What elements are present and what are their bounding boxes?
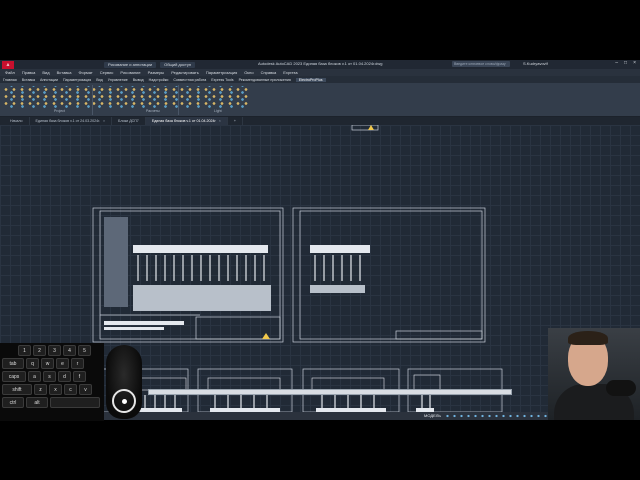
doc-tab-label: Начало [10, 119, 23, 123]
key-2: 2 [33, 345, 46, 356]
menu-window[interactable]: Окно [244, 70, 253, 75]
search-input[interactable]: Введите ключевое слово/фразу [452, 61, 510, 67]
close-icon[interactable]: × [633, 60, 636, 66]
tab-view[interactable]: Вид [96, 78, 103, 82]
command-line-input[interactable] [148, 389, 512, 395]
sheet-frame [299, 210, 483, 340]
share-button[interactable]: Общий доступ [160, 61, 196, 68]
tab-collaborate[interactable]: Совместная работа [173, 78, 206, 82]
key-caps: caps [2, 371, 26, 382]
key-e: e [56, 358, 69, 369]
warning-icon [368, 125, 374, 130]
key-1: 1 [18, 345, 31, 356]
panel-label-project: Project [54, 109, 65, 113]
menu-bar: Файл Правка Вид Вставка Формат Сервис Ри… [0, 69, 640, 76]
key-5: 5 [78, 345, 91, 356]
key-q: q [26, 358, 39, 369]
menu-express[interactable]: Express [283, 70, 297, 75]
menu-tools[interactable]: Сервис [100, 70, 114, 75]
menu-help[interactable]: Справка [261, 70, 277, 75]
key-tab: tab [2, 358, 24, 369]
doc-tab-file-2[interactable]: Блоки ДСП7 [112, 117, 146, 125]
doc-tab-file-1[interactable]: Единая база блоков v.1 от 24.03.2024г. × [30, 117, 113, 125]
mouse-overlay [106, 345, 142, 419]
panel-label-calculations: Расчеты [146, 109, 160, 113]
menu-view[interactable]: Вид [42, 70, 49, 75]
tab-featured-apps[interactable]: Рекомендованные приложения [239, 78, 291, 82]
key-space [50, 397, 100, 408]
key-3: 3 [48, 345, 61, 356]
doc-tab-start[interactable]: Начало [4, 117, 30, 125]
key-shift: shift [2, 384, 32, 395]
model-space-toggle[interactable]: МОДЕЛЬ [424, 413, 441, 418]
panel-divider [178, 85, 179, 115]
tab-addins[interactable]: Надстройки [149, 78, 169, 82]
keyboard-overlay: 1 2 3 4 5 tab q w e r caps a s d f shift… [0, 343, 104, 421]
user-account[interactable]: S.Kudryavovlf [523, 61, 548, 66]
new-tab-button[interactable]: + [228, 117, 243, 125]
quick-access-toolbar: Рисование и аннотации Общий доступ [104, 61, 196, 68]
key-s: s [43, 371, 56, 382]
tab-express-tools[interactable]: Express Tools [211, 78, 233, 82]
tab-home[interactable]: Главная [3, 78, 17, 82]
layout-marker [351, 125, 379, 131]
key-r: r [71, 358, 84, 369]
menu-file[interactable]: Файл [5, 70, 15, 75]
tab-insert[interactable]: Вставка [22, 78, 35, 82]
menu-format[interactable]: Формат [78, 70, 92, 75]
menu-modify[interactable]: Редактировать [171, 70, 199, 75]
schematic-blocks [104, 217, 434, 412]
key-f: f [73, 371, 86, 382]
tab-manage[interactable]: Управление [108, 78, 128, 82]
tab-output[interactable]: Вывод [133, 78, 144, 82]
key-alt: alt [26, 397, 48, 408]
title-bar: A CAD Рисование и аннотации Общий доступ… [0, 60, 640, 75]
document-tabs: Начало Единая база блоков v.1 от 24.03.2… [0, 117, 640, 125]
window-controls: – □ × [615, 60, 636, 66]
panel-divider [92, 85, 93, 115]
close-icon[interactable]: × [219, 119, 221, 123]
application-menu-button[interactable]: A CAD [2, 60, 14, 75]
ribbon-panel: Project Расчеты Light [0, 83, 640, 117]
key-z: z [34, 384, 47, 395]
window-title: Autodesk AutoCAD 2023 Единая база блоков… [258, 61, 383, 66]
menu-draw[interactable]: Рисование [120, 70, 140, 75]
key-a: a [28, 371, 41, 382]
maximize-icon[interactable]: □ [624, 60, 627, 66]
key-ctrl: ctrl [2, 397, 24, 408]
minimize-icon[interactable]: – [615, 60, 618, 66]
menu-parametric[interactable]: Параметризация [206, 70, 237, 75]
key-v: v [79, 384, 92, 395]
menu-insert[interactable]: Вставка [57, 70, 72, 75]
panel-label-light: Light [214, 109, 222, 113]
doc-tab-label: Единая база блоков v.1 от 24.03.2024г. [35, 119, 101, 123]
webcam-overlay [548, 328, 640, 420]
warning-icon [262, 333, 270, 339]
key-w: w [41, 358, 54, 369]
presenter-hair [568, 331, 608, 345]
menu-dimension[interactable]: Размеры [148, 70, 165, 75]
doc-tab-file-3[interactable]: Единая база блоков v.1 от 01.04.2024г × [145, 117, 228, 125]
doc-tab-label: Единая база блоков v.1 от 01.04.2024г [151, 119, 216, 123]
key-x: x [49, 384, 62, 395]
key-4: 4 [63, 345, 76, 356]
menu-edit[interactable]: Правка [22, 70, 36, 75]
headset-icon [606, 380, 636, 396]
workspace-dropdown[interactable]: Рисование и аннотации [104, 61, 157, 68]
drawing-sheet-2[interactable] [292, 207, 486, 343]
tab-electropro[interactable]: ElectroProPlus [295, 77, 326, 82]
close-icon[interactable]: × [103, 119, 105, 123]
ribbon-tool-icons[interactable] [2, 86, 252, 108]
doc-tab-label: Блоки ДСП7 [118, 119, 139, 123]
tab-parametric[interactable]: Параметризация [63, 78, 91, 82]
title-block [395, 330, 483, 340]
key-c: c [64, 384, 77, 395]
circuit-lines [137, 255, 431, 408]
ribbon-tabs: Главная Вставка Аннотации Параметризация… [0, 76, 640, 83]
mouse-wheel-indicator [112, 389, 136, 413]
key-d: d [58, 371, 71, 382]
tab-annotate[interactable]: Аннотации [40, 78, 58, 82]
